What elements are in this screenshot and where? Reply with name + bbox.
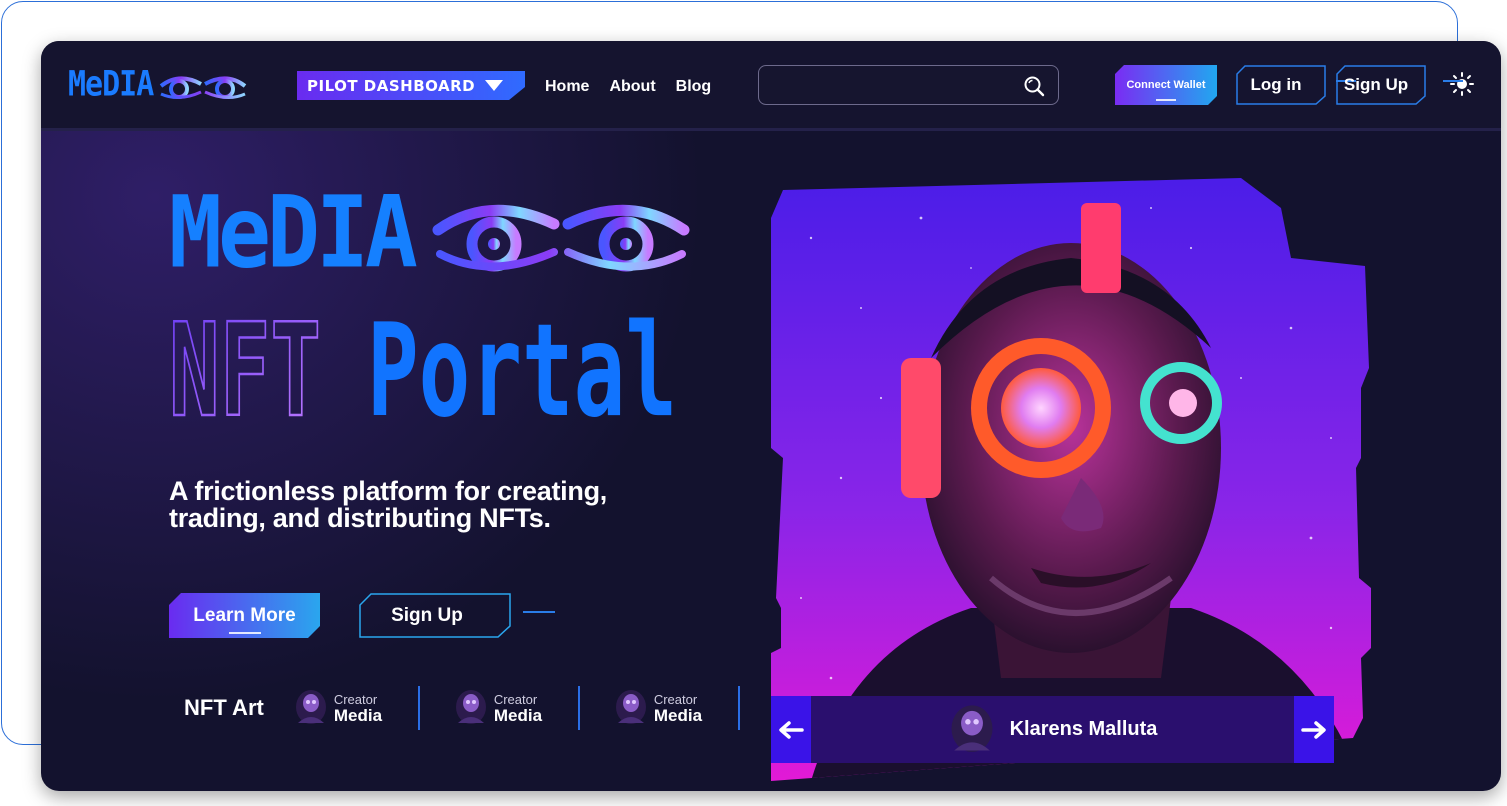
chevron-down-icon: [485, 80, 504, 91]
next-button[interactable]: [1294, 696, 1334, 763]
eye-logo-icon: [160, 76, 247, 99]
brand-logo-text: MeDIA: [68, 64, 154, 105]
creator-avatar-icon: [615, 690, 646, 724]
button-underline: [1443, 80, 1464, 82]
connect-wallet-label: Connect Wallet: [1126, 79, 1206, 91]
sun-icon[interactable]: [1449, 71, 1475, 97]
header-signup-label: Sign Up: [1343, 75, 1409, 94]
divider: [417, 686, 420, 730]
creator-avatar-icon: [951, 704, 993, 752]
button-underline: [229, 632, 261, 634]
hero-nft-portal-heading: NFT Portal: [168, 297, 677, 427]
hero-signup-button[interactable]: Sign Up: [359, 593, 555, 638]
pilot-dashboard-label: PILOT DASHBOARD: [307, 76, 476, 95]
tagline-line-2: trading, and distributing NFTs.: [169, 503, 551, 533]
hero-signup-label: Sign Up: [391, 604, 463, 626]
search-icon[interactable]: [1022, 74, 1046, 98]
creator-avatar-icon: [455, 690, 486, 724]
hero-word-portal: Portal: [367, 297, 677, 427]
arrow-right-icon: [1301, 720, 1326, 739]
learn-more-button[interactable]: Learn More: [169, 593, 320, 638]
arrow-left-icon: [779, 720, 804, 739]
hero-word-nft: NFT: [169, 297, 321, 427]
button-underline: [522, 610, 555, 613]
featured-nft-artwork: [771, 178, 1371, 781]
creator-name: Media: [653, 706, 703, 725]
header-signup-button[interactable]: Sign Up: [1336, 65, 1464, 105]
divider: [577, 686, 580, 730]
connect-wallet-button[interactable]: Connect Wallet: [1115, 65, 1217, 105]
creator-name: Media: [493, 706, 543, 725]
app-window: MeDIA PILOT DASHBOARD Home About Blog Co…: [41, 41, 1501, 791]
tagline-line-1: A frictionless platform for creating,: [169, 476, 607, 506]
divider: [737, 686, 740, 730]
search-input[interactable]: [771, 74, 1011, 98]
login-label: Log in: [1250, 75, 1302, 94]
nft-art-label: NFT Art: [184, 695, 264, 720]
nav-about[interactable]: About: [609, 78, 655, 96]
owner-name: Klarens Malluta: [1009, 718, 1158, 740]
eye-logo-icon: [432, 204, 690, 271]
creator-item[interactable]: Creator Media: [294, 689, 418, 727]
button-underline: [1156, 99, 1176, 101]
artwork-footer: Klarens Malluta: [771, 696, 1334, 763]
hero-title: MeDIA: [169, 174, 418, 291]
creator-item[interactable]: Creator Media: [614, 689, 738, 727]
nav-home[interactable]: Home: [545, 78, 589, 96]
creator-item[interactable]: Creator Media: [454, 689, 578, 727]
login-button[interactable]: Log in: [1236, 65, 1357, 105]
search-box: [758, 65, 1059, 105]
hero-logo: MeDIA: [169, 175, 692, 290]
main-nav: Home About Blog: [545, 78, 711, 96]
owner-info: Klarens Malluta: [811, 704, 1294, 756]
brand-logo[interactable]: MeDIA: [68, 64, 249, 105]
previous-button[interactable]: [771, 696, 811, 763]
hero-tagline: A frictionless platform for creating, tr…: [169, 478, 689, 532]
top-header: MeDIA PILOT DASHBOARD Home About Blog Co…: [41, 41, 1501, 131]
creators-row: NFT Art Creator Media Creator Media Crea…: [184, 686, 774, 730]
creator-name: Media: [333, 706, 383, 725]
pilot-dashboard-dropdown[interactable]: PILOT DASHBOARD: [297, 71, 525, 100]
learn-more-label: Learn More: [193, 604, 296, 626]
creator-avatar-icon: [295, 690, 326, 724]
nav-blog[interactable]: Blog: [676, 78, 712, 96]
